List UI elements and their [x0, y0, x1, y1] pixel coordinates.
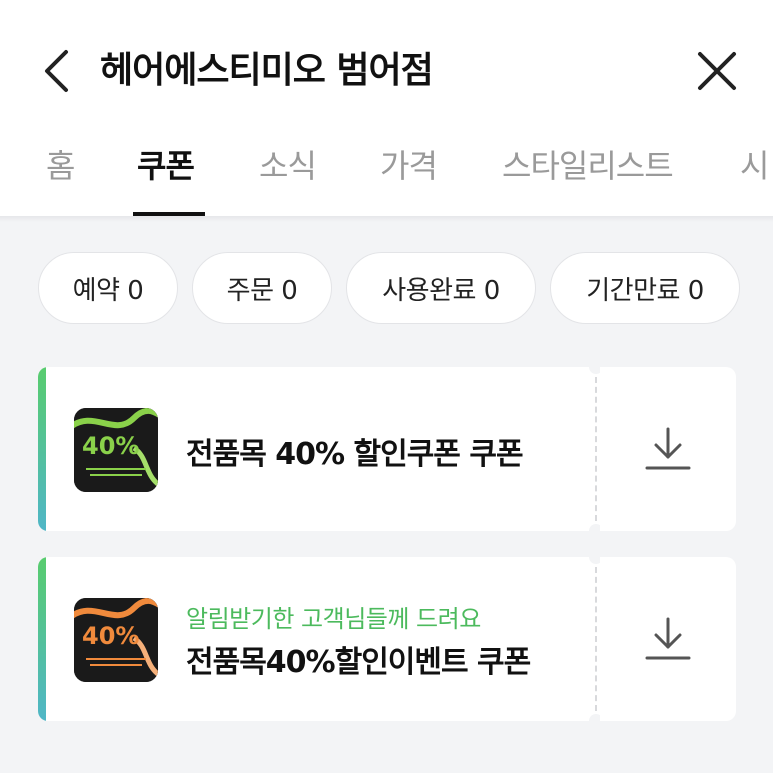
filter-chip-expired[interactable]: 기간만료 0 [550, 252, 740, 324]
tab-more[interactable]: 시 [740, 144, 769, 188]
thumbnail-text: 40% [82, 432, 139, 460]
coupon-card[interactable]: 40% 알림받기한 고객님들께 드려요 전품목40%할인이벤트 쿠폰 [38, 550, 736, 728]
coupon-subtitle: 알림받기한 고객님들께 드려요 [186, 605, 481, 633]
header-divider [0, 216, 773, 222]
tab-news[interactable]: 소식 [259, 144, 317, 188]
filter-chip-used[interactable]: 사용완료 0 [346, 252, 536, 324]
close-icon [698, 52, 736, 90]
coupon-accent-bar [38, 557, 46, 721]
app-header: 헤어에스티미오 범어점 홈 쿠폰 소식 가격 스타일리스트 시 [0, 0, 773, 216]
filter-chip-order[interactable]: 주문 0 [192, 252, 332, 324]
coupon-body: 40% 전품목 40% 할인쿠폰 쿠폰 [38, 367, 592, 531]
coupon-accent-bar [38, 367, 46, 531]
close-button[interactable] [692, 46, 742, 96]
thumbnail-text: 40% [82, 622, 139, 650]
tab-stylist[interactable]: 스타일리스트 [502, 144, 674, 188]
coupon-thumbnail: 40% [74, 598, 158, 682]
coupon-name: 전품목40%할인이벤트 쿠폰 [186, 645, 531, 680]
tab-price[interactable]: 가격 [380, 144, 438, 188]
page-title: 헤어에스티미오 범어점 [100, 50, 434, 91]
tab-coupon[interactable]: 쿠폰 [137, 144, 195, 188]
tab-bar: 홈 쿠폰 소식 가격 스타일리스트 시 [0, 130, 773, 216]
coupon-thumbnail: 40% [74, 408, 158, 492]
coupon-card[interactable]: 40% 전품목 40% 할인쿠폰 쿠폰 [38, 360, 736, 538]
download-icon [645, 427, 691, 470]
chevron-left-icon [45, 50, 68, 92]
coupon-body: 40% 알림받기한 고객님들께 드려요 전품목40%할인이벤트 쿠폰 [38, 557, 592, 721]
coupon-perforation [592, 367, 600, 531]
coupon-name: 전품목 40% 할인쿠폰 쿠폰 [186, 437, 524, 472]
tab-home[interactable]: 홈 [46, 144, 75, 188]
filter-chip-reserved[interactable]: 예약 0 [38, 252, 178, 324]
coupon-perforation [592, 557, 600, 721]
back-button[interactable] [36, 48, 76, 94]
coupon-filter-bar: 예약 0 주문 0 사용완료 0 기간만료 0 [0, 252, 773, 324]
download-button[interactable] [600, 557, 736, 721]
download-icon [645, 617, 691, 660]
download-button[interactable] [600, 367, 736, 531]
